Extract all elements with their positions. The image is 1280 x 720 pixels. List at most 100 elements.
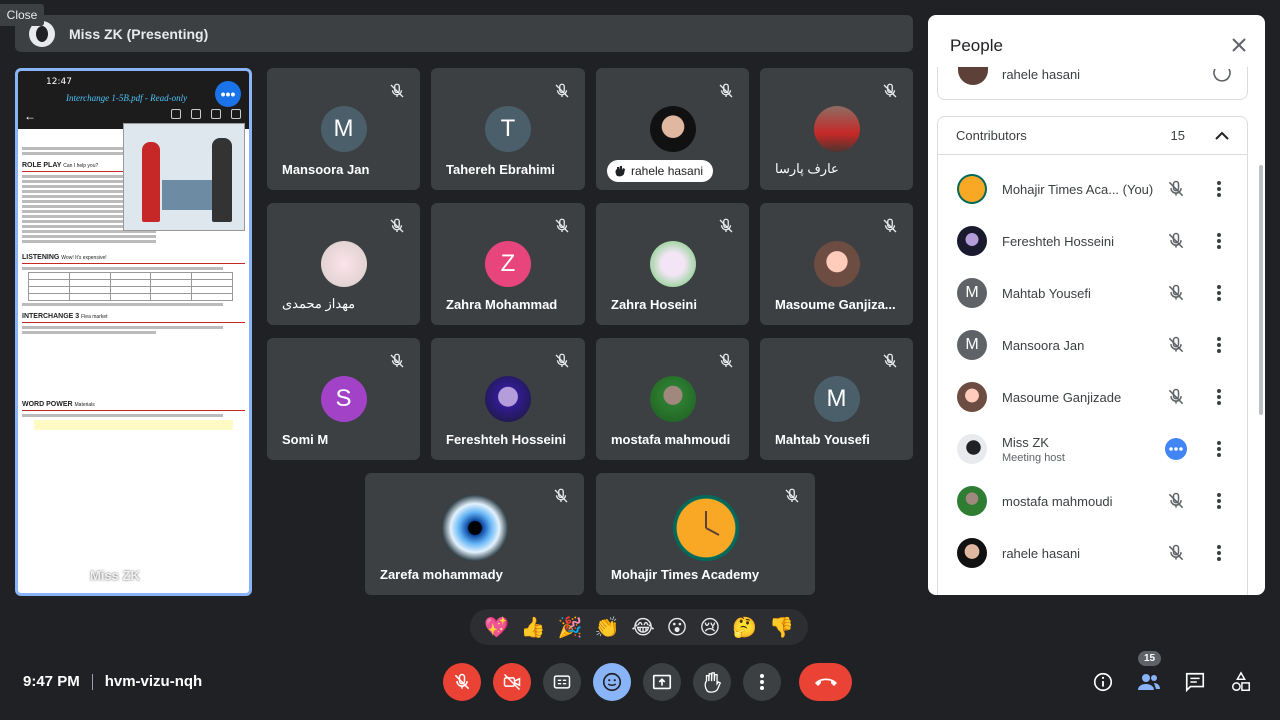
participant-name: Mansoora Jan: [1002, 337, 1085, 353]
participant-avatar-photo: [813, 106, 860, 152]
participant-tile[interactable]: M Mahtab Yousefi: [760, 338, 913, 460]
people-button[interactable]: 15: [1130, 651, 1168, 701]
speaking-indicator: [1165, 438, 1187, 460]
chat-button[interactable]: [1176, 663, 1214, 701]
reaction-clap-button[interactable]: 👏: [595, 615, 620, 639]
present-now-button[interactable]: [643, 663, 681, 701]
more-vert-icon[interactable]: [1216, 232, 1222, 250]
slide-file-name: Interchange 1-5B.pdf - Read-only: [66, 93, 188, 103]
mic-off-icon: [555, 218, 569, 233]
slide-status-time: 12:47: [46, 77, 72, 87]
close-icon[interactable]: [1231, 37, 1247, 53]
people-icon: [1138, 674, 1160, 690]
participant-name: Masoume Ganjizade: [1002, 389, 1122, 405]
reaction-sad-button[interactable]: 😢: [699, 615, 720, 639]
reaction-party-button[interactable]: 🎉: [558, 615, 583, 639]
more-vert-icon[interactable]: [1216, 284, 1222, 302]
participant-tile[interactable]: mostafa mahmoudi: [596, 338, 749, 460]
participant-row[interactable]: M Mansoora Jan: [938, 319, 1247, 371]
more-vert-icon[interactable]: [1216, 336, 1222, 354]
camera-toggle-button[interactable]: [493, 663, 531, 701]
panel-scrollbar[interactable]: [1259, 165, 1263, 415]
presentation-tile[interactable]: 12:47 Interchange 1-5B.pdf - Read-only ←…: [15, 68, 252, 596]
hand-icon: [1213, 69, 1231, 82]
more-horiz-icon: [1169, 447, 1183, 451]
more-vert-icon[interactable]: [1216, 492, 1222, 510]
reaction-heart-button[interactable]: 💖: [484, 615, 509, 639]
participant-avatar-photo: [957, 486, 987, 516]
call-end-icon: [814, 678, 837, 686]
more-vert-icon[interactable]: [1216, 180, 1222, 198]
participant-tile[interactable]: S Somi M: [267, 338, 420, 460]
presenter-name: Miss ZK (Presenting): [69, 25, 209, 42]
more-vert-icon[interactable]: [1216, 544, 1222, 562]
reaction-thumbs-down-button[interactable]: 👎: [769, 615, 794, 639]
participant-tile[interactable]: Zahra Hoseini: [596, 203, 749, 325]
meeting-info: 9:47 PM hvm-vizu-nqh: [23, 673, 202, 690]
reaction-thinking-button[interactable]: 🤔: [732, 615, 757, 639]
participant-tile[interactable]: Mohajir Times Academy: [596, 473, 815, 595]
presenter-overlay-name: Miss ZK: [90, 568, 140, 583]
participant-row[interactable]: Miss ZK Meeting host: [938, 423, 1247, 475]
participant-row[interactable]: rahele hasani: [938, 527, 1247, 579]
close-button[interactable]: Close: [0, 4, 44, 26]
participant-name: mostafa mahmoudi: [611, 432, 731, 447]
participant-avatar: M: [957, 330, 987, 360]
participant-tile[interactable]: Zarefa mohammady: [365, 473, 584, 595]
more-vert-icon[interactable]: [1216, 388, 1222, 406]
participant-row[interactable]: Mohajir Times Aca... (You): [938, 163, 1247, 215]
divider: [91, 673, 93, 690]
participant-row[interactable]: mostafa mahmoudi: [938, 475, 1247, 527]
mic-off-icon[interactable]: [1166, 179, 1186, 199]
mic-off-icon: [390, 218, 404, 233]
captions-icon: [553, 675, 571, 689]
tile-more-options-button[interactable]: •••: [215, 81, 241, 107]
participant-tile[interactable]: Masoume Ganjiza...: [760, 203, 913, 325]
reaction-thumbs-up-button[interactable]: 👍: [521, 615, 546, 639]
participant-name: Mohajir Times Aca... (You): [1002, 181, 1154, 197]
participant-avatar-photo: [485, 376, 531, 422]
participant-row[interactable]: Fereshteh Hosseini: [938, 215, 1247, 267]
mic-off-icon[interactable]: [1166, 543, 1186, 563]
mic-off-icon[interactable]: [1166, 231, 1186, 251]
participant-count-badge: 15: [1138, 651, 1162, 666]
participant-tile[interactable]: rahele hasani: [596, 68, 749, 190]
mic-off-icon[interactable]: [1166, 335, 1186, 355]
participant-row[interactable]: Masoume Ganjizade: [938, 371, 1247, 423]
raise-hand-button[interactable]: [693, 663, 731, 701]
mic-off-icon[interactable]: [1166, 283, 1186, 303]
mic-off-icon: [883, 83, 897, 98]
meeting-details-button[interactable]: [1084, 663, 1122, 701]
participant-row[interactable]: M Mahtab Yousefi: [938, 267, 1247, 319]
more-vert-icon: [760, 674, 764, 690]
participant-tile[interactable]: Fereshteh Hosseini: [431, 338, 585, 460]
participant-tile[interactable]: مهداز محمدی: [267, 203, 420, 325]
hand-icon: [615, 166, 625, 177]
leave-call-button[interactable]: [799, 663, 852, 701]
contributors-header[interactable]: Contributors 15: [938, 117, 1247, 155]
participant-name: rahele hasani: [1002, 545, 1081, 561]
captions-button[interactable]: [543, 663, 581, 701]
participant-tile[interactable]: M Mansoora Jan: [267, 68, 420, 190]
emoji-icon: [602, 672, 622, 692]
mic-off-icon[interactable]: [1166, 491, 1186, 511]
participant-row[interactable]: rahele hasani: [937, 67, 1248, 100]
participant-tile[interactable]: T Tahereh Ebrahimi: [431, 68, 585, 190]
microphone-toggle-button[interactable]: [443, 663, 481, 701]
activities-button[interactable]: [1222, 663, 1260, 701]
participant-tile[interactable]: Z Zahra Mohammad: [431, 203, 585, 325]
participant-name: Mahtab Yousefi: [1002, 285, 1091, 301]
mic-off-icon: [390, 353, 404, 368]
mic-off-icon[interactable]: [1166, 387, 1186, 407]
participant-tile[interactable]: عارف پارسا: [760, 68, 913, 190]
participant-name: Miss ZK Meeting host: [1002, 434, 1065, 464]
more-vert-icon[interactable]: [1216, 440, 1222, 458]
participant-name: Somi M: [282, 432, 329, 447]
clock-icon: [704, 510, 719, 536]
emoji-reactions-button[interactable]: [593, 663, 631, 701]
panel-title: People: [950, 36, 1003, 55]
reaction-laugh-button[interactable]: 😂: [631, 615, 654, 639]
reaction-surprised-button[interactable]: 😮: [667, 615, 688, 639]
more-options-button[interactable]: [743, 663, 781, 701]
participant-name: Mansoora Jan: [282, 162, 370, 177]
